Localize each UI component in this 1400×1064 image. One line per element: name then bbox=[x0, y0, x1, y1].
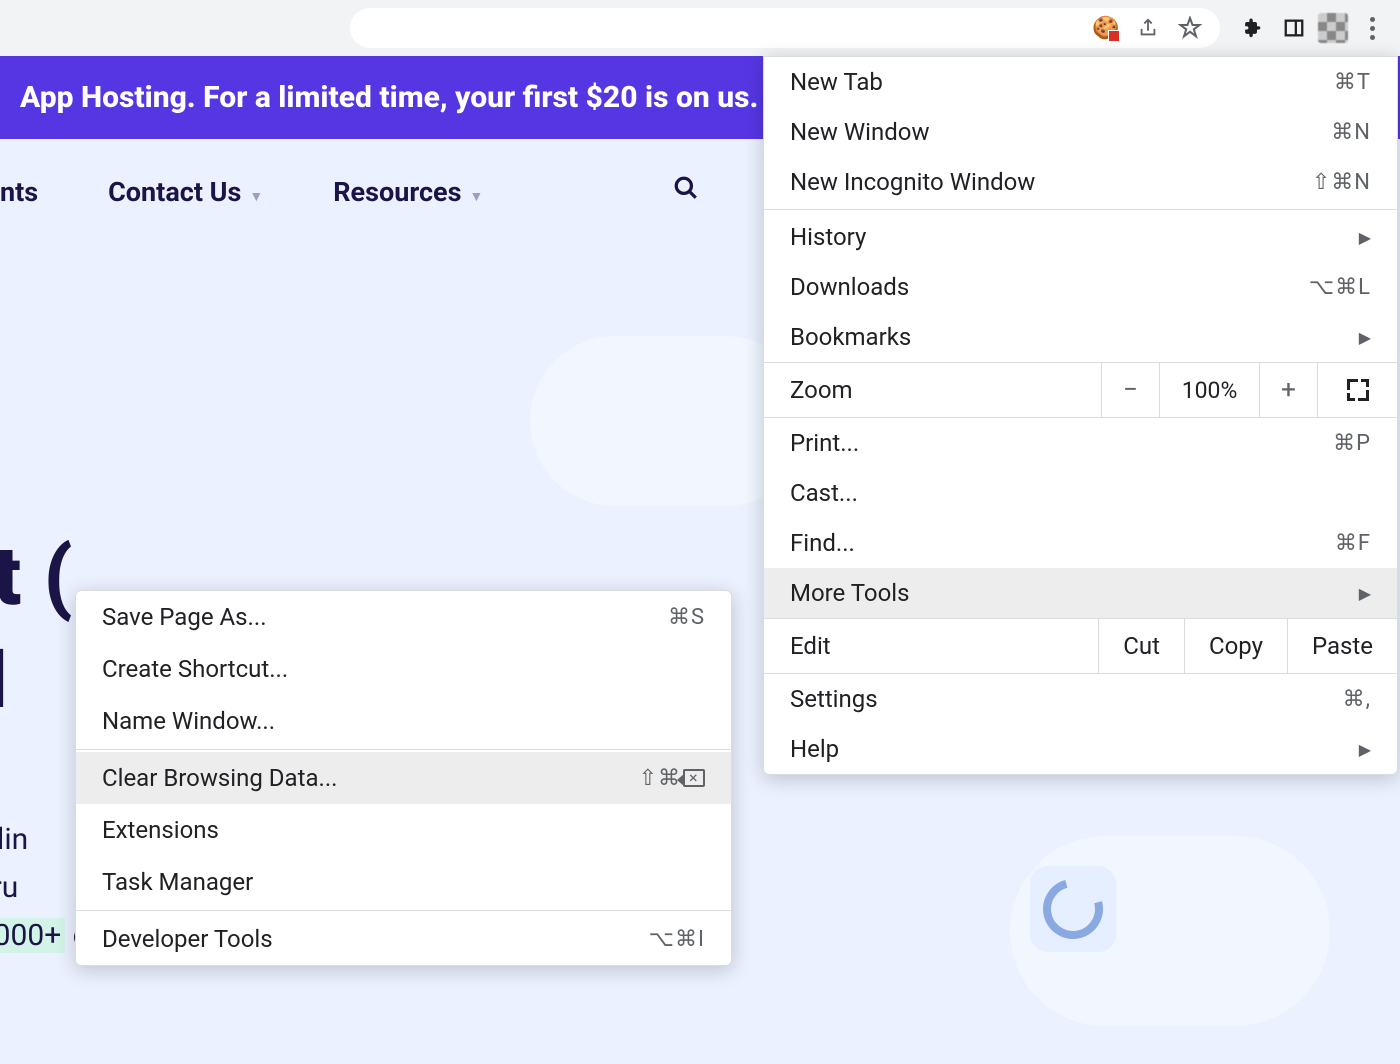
shortcut-label: ⌘S bbox=[668, 605, 705, 630]
menu-find[interactable]: Find... ⌘F bbox=[764, 518, 1397, 568]
menu-history[interactable]: History ▶ bbox=[764, 212, 1397, 262]
more-tools-submenu: Save Page As... ⌘S Create Shortcut... Na… bbox=[75, 590, 732, 966]
edit-label: Edit bbox=[764, 619, 1098, 673]
nav-item[interactable]: nts bbox=[0, 176, 38, 208]
sidepanel-icon[interactable] bbox=[1276, 10, 1312, 46]
shortcut-label: ⌘, bbox=[1343, 687, 1371, 712]
submenu-arrow-icon: ▶ bbox=[1359, 228, 1371, 247]
zoom-out-button[interactable]: − bbox=[1101, 363, 1159, 417]
submenu-extensions[interactable]: Extensions bbox=[76, 804, 731, 856]
shortcut-label: ⌘N bbox=[1331, 120, 1371, 145]
submenu-save-page[interactable]: Save Page As... ⌘S bbox=[76, 591, 731, 643]
menu-separator bbox=[764, 209, 1397, 210]
shortcut-label: ⌥⌘L bbox=[1309, 275, 1371, 300]
menu-new-incognito[interactable]: New Incognito Window ⇧⌘N bbox=[764, 157, 1397, 207]
backspace-icon bbox=[683, 769, 705, 787]
star-icon[interactable] bbox=[1172, 10, 1208, 46]
menu-more-tools[interactable]: More Tools ▶ bbox=[764, 568, 1397, 618]
shortcut-label: ⌘F bbox=[1335, 531, 1371, 556]
menu-new-tab[interactable]: New Tab ⌘T bbox=[764, 57, 1397, 107]
zoom-in-button[interactable]: + bbox=[1259, 363, 1317, 417]
submenu-developer-tools[interactable]: Developer Tools ⌥⌘I bbox=[76, 913, 731, 965]
hero-heading: st ( N bbox=[0, 526, 74, 731]
fullscreen-button[interactable] bbox=[1317, 363, 1397, 417]
submenu-arrow-icon: ▶ bbox=[1359, 740, 1371, 759]
share-icon[interactable] bbox=[1130, 10, 1166, 46]
shortcut-label: ⇧⌘N bbox=[1312, 170, 1371, 195]
chrome-menu-button[interactable] bbox=[1354, 10, 1390, 46]
cookie-blocked-icon[interactable]: 🍪 bbox=[1088, 10, 1124, 46]
submenu-arrow-icon: ▶ bbox=[1359, 584, 1371, 603]
submenu-create-shortcut[interactable]: Create Shortcut... bbox=[76, 643, 731, 695]
chrome-main-menu: New Tab ⌘T New Window ⌘N New Incognito W… bbox=[763, 56, 1398, 775]
menu-print[interactable]: Print... ⌘P bbox=[764, 418, 1397, 468]
search-icon[interactable] bbox=[673, 175, 699, 208]
browser-toolbar: 🍪 bbox=[0, 0, 1400, 56]
nav-item-resources[interactable]: Resources▼ bbox=[333, 176, 483, 208]
extensions-icon[interactable] bbox=[1234, 10, 1270, 46]
menu-settings[interactable]: Settings ⌘, bbox=[764, 674, 1397, 724]
shortcut-label: ⌥⌘I bbox=[649, 927, 705, 952]
profile-avatar[interactable] bbox=[1318, 13, 1348, 43]
chevron-down-icon: ▼ bbox=[249, 189, 263, 205]
submenu-name-window[interactable]: Name Window... bbox=[76, 695, 731, 747]
menu-edit-row: Edit Cut Copy Paste bbox=[764, 618, 1397, 674]
menu-new-window[interactable]: New Window ⌘N bbox=[764, 107, 1397, 157]
menu-zoom-row: Zoom − 100% + bbox=[764, 362, 1397, 418]
menu-cast[interactable]: Cast... bbox=[764, 468, 1397, 518]
menu-downloads[interactable]: Downloads ⌥⌘L bbox=[764, 262, 1397, 312]
fullscreen-icon bbox=[1347, 379, 1369, 401]
submenu-arrow-icon: ▶ bbox=[1359, 328, 1371, 347]
edit-copy-button[interactable]: Copy bbox=[1184, 619, 1287, 673]
shortcut-label: ⌘T bbox=[1334, 70, 1371, 95]
menu-separator bbox=[76, 749, 731, 750]
zoom-label: Zoom bbox=[764, 363, 1101, 417]
menu-help[interactable]: Help ▶ bbox=[764, 724, 1397, 774]
zoom-value: 100% bbox=[1159, 363, 1259, 417]
highlight-stat: 55,000+ bbox=[0, 918, 65, 953]
app-tile-icon bbox=[1030, 866, 1116, 952]
shortcut-label: ⌘P bbox=[1333, 431, 1371, 456]
submenu-clear-browsing-data[interactable]: Clear Browsing Data... ⇧⌘ bbox=[76, 752, 731, 804]
nav-item-contact[interactable]: Contact Us▼ bbox=[108, 176, 263, 208]
menu-bookmarks[interactable]: Bookmarks ▶ bbox=[764, 312, 1397, 362]
chevron-down-icon: ▼ bbox=[469, 189, 483, 205]
edit-paste-button[interactable]: Paste bbox=[1287, 619, 1397, 673]
edit-cut-button[interactable]: Cut bbox=[1098, 619, 1184, 673]
menu-separator bbox=[76, 910, 731, 911]
shortcut-label: ⇧⌘ bbox=[639, 766, 705, 791]
submenu-task-manager[interactable]: Task Manager bbox=[76, 856, 731, 908]
